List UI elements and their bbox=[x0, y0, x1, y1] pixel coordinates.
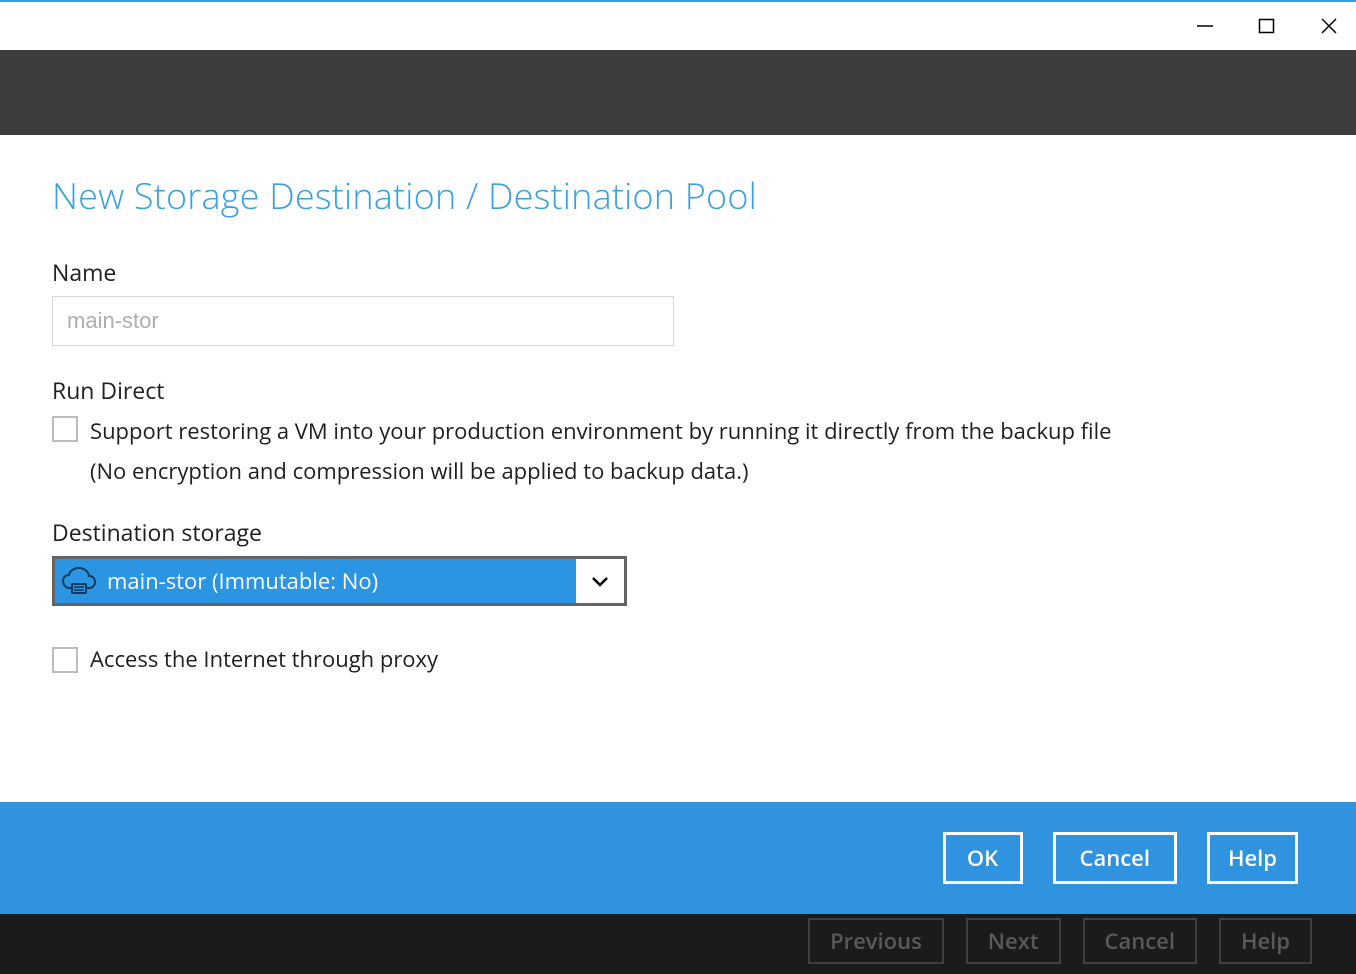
close-button[interactable] bbox=[1312, 9, 1346, 43]
help-button[interactable]: Help bbox=[1207, 832, 1298, 884]
wizard-help-button[interactable]: Help bbox=[1219, 918, 1312, 964]
footer-stack: OK Cancel Help Previous Next Cancel Help bbox=[0, 802, 1356, 974]
destination-storage-selected: main-stor (Immutable: No) bbox=[107, 566, 378, 596]
destination-storage-dropdown-arrow[interactable] bbox=[576, 559, 624, 603]
name-input[interactable] bbox=[52, 296, 674, 346]
proxy-row: Access the Internet through proxy bbox=[52, 644, 1306, 674]
previous-button[interactable]: Previous bbox=[808, 918, 944, 964]
cloud-storage-icon bbox=[61, 566, 97, 596]
maximize-button[interactable] bbox=[1250, 9, 1284, 43]
next-button[interactable]: Next bbox=[966, 918, 1061, 964]
name-label: Name bbox=[52, 256, 1306, 288]
proxy-label: Access the Internet through proxy bbox=[90, 644, 438, 674]
run-direct-subtext: (No encryption and compression will be a… bbox=[90, 454, 1306, 488]
name-field-group: Name bbox=[52, 256, 1306, 346]
run-direct-label: Run Direct bbox=[52, 374, 1306, 406]
minimize-button[interactable] bbox=[1188, 9, 1222, 43]
main-content: New Storage Destination / Destination Po… bbox=[0, 135, 1356, 802]
destination-storage-label: Destination storage bbox=[52, 516, 1306, 548]
ok-button[interactable]: OK bbox=[943, 832, 1023, 884]
modal-footer: OK Cancel Help bbox=[0, 802, 1356, 914]
page-title: New Storage Destination / Destination Po… bbox=[52, 171, 1306, 220]
destination-storage-group: Destination storage main-stor (Immutable… bbox=[52, 516, 1306, 606]
chevron-down-icon bbox=[591, 574, 609, 588]
wizard-footer: Previous Next Cancel Help bbox=[0, 908, 1356, 974]
run-direct-text: Support restoring a VM into your product… bbox=[90, 414, 1112, 448]
window-titlebar bbox=[0, 0, 1356, 50]
destination-storage-select[interactable]: main-stor (Immutable: No) bbox=[52, 556, 627, 606]
wizard-cancel-button[interactable]: Cancel bbox=[1083, 918, 1197, 964]
run-direct-group: Run Direct Support restoring a VM into y… bbox=[52, 374, 1306, 488]
window-controls bbox=[1188, 9, 1346, 43]
ribbon-bar bbox=[0, 50, 1356, 135]
run-direct-checkbox[interactable] bbox=[52, 416, 78, 442]
proxy-checkbox[interactable] bbox=[52, 647, 78, 673]
cancel-button[interactable]: Cancel bbox=[1053, 832, 1177, 884]
